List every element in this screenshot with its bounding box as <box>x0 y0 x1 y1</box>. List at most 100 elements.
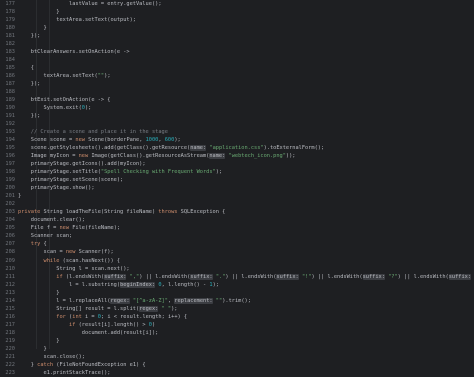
line-text: for (int i = 0; i < result.length; i++) … <box>56 313 188 320</box>
code-line[interactable]: 188 <box>0 88 474 96</box>
line-text: } <box>18 193 22 200</box>
line-number: 215 <box>5 305 15 312</box>
line-number: 200 <box>5 185 15 192</box>
code-line[interactable]: 212 l = l.substring(beginIndex: 0, l.len… <box>0 281 474 289</box>
code-line[interactable]: 209 while (scan.hasNext()) { <box>0 257 474 265</box>
line-number: 202 <box>5 201 15 208</box>
line-text: textArea.setText(output); <box>18 17 136 24</box>
line-number: 198 <box>5 169 15 176</box>
code-line[interactable]: 208 scan = new Scanner(f); <box>0 248 474 256</box>
code-line[interactable]: 218 document.add(result[i]); <box>0 329 474 337</box>
line-text: }); <box>18 33 41 40</box>
code-line[interactable]: 180 } <box>0 24 474 32</box>
code-line[interactable]: 215 String[] result = l.split(regex: " "… <box>0 305 474 313</box>
line-text: System.exit(0); <box>18 105 92 112</box>
line-number: 183 <box>5 49 15 56</box>
line-number: 201 <box>5 193 15 200</box>
line-text: private String loadTheFile(String fileNa… <box>18 209 226 216</box>
line-text: lastValue = entry.getValue(); <box>18 1 162 7</box>
code-line[interactable]: 221 scan.close(); <box>0 353 474 361</box>
code-line[interactable]: 199 primaryStage.setScene(scene); <box>0 176 474 184</box>
line-number: 188 <box>5 89 15 96</box>
line-number: 177 <box>5 1 15 7</box>
line-number: 204 <box>5 217 15 224</box>
code-line[interactable]: 195 scene.getStylesheets().add(getClass(… <box>0 144 474 152</box>
line-number: 192 <box>5 121 15 128</box>
line-text: scan = new Scanner(f); <box>18 249 114 256</box>
code-line[interactable]: 216 for (int i = 0; i < result.length; i… <box>0 313 474 321</box>
code-line[interactable]: 200 primaryStage.show(); <box>0 184 474 192</box>
code-line[interactable]: 185 { <box>0 64 474 72</box>
line-text: primaryStage.setTitle("Spell Checking wi… <box>18 169 223 176</box>
line-number: 203 <box>5 209 15 216</box>
line-number: 181 <box>5 33 15 40</box>
line-text: } <box>18 337 60 344</box>
code-line[interactable]: 190 System.exit(0); <box>0 104 474 112</box>
code-line[interactable]: 178 } <box>0 8 474 16</box>
line-text: } catch (FileNotFoundException e1) { <box>18 361 146 368</box>
line-number: 196 <box>5 153 15 160</box>
code-line[interactable]: 179 textArea.setText(output); <box>0 16 474 24</box>
code-line[interactable]: 177 lastValue = entry.getValue(); <box>0 0 474 8</box>
line-number: 210 <box>5 265 15 272</box>
line-number: 197 <box>5 161 15 168</box>
code-line[interactable]: 189 btExit.setOnAction(e -> { <box>0 96 474 104</box>
line-text: e1.printStackTrace(); <box>18 369 111 376</box>
line-number: 219 <box>5 337 15 344</box>
line-number: 214 <box>5 297 15 304</box>
code-line[interactable]: 182 <box>0 40 474 48</box>
line-number: 209 <box>5 257 15 264</box>
line-text: File f = new File(fileName); <box>18 225 121 232</box>
code-line[interactable]: 191 }); <box>0 112 474 120</box>
code-line[interactable]: 194 Scene scene = new Scene(borderPane, … <box>0 136 474 144</box>
code-line[interactable]: 210 String l = scan.next(); <box>0 265 474 273</box>
line-number: 178 <box>5 9 15 16</box>
code-line[interactable]: 213 } <box>0 289 474 297</box>
code-line[interactable]: 181 }); <box>0 32 474 40</box>
line-text: btClearAnswers.setOnAction(e -> <box>18 49 130 56</box>
line-number: 180 <box>5 25 15 32</box>
line-number: 195 <box>5 145 15 152</box>
code-line[interactable]: 222 } catch (FileNotFoundException e1) { <box>0 361 474 369</box>
code-line[interactable]: 219 } <box>0 337 474 345</box>
line-number: 179 <box>5 17 15 24</box>
code-line[interactable]: 211 if (l.endsWith(suffix: ",") || l.end… <box>0 273 474 281</box>
line-text: primaryStage.getIcons().add(myIcon); <box>18 161 146 168</box>
line-text: }); <box>18 113 41 120</box>
code-line[interactable]: 214 l = l.replaceAll(regex: "[^a-zA-Z]",… <box>0 297 474 305</box>
line-text: primaryStage.show(); <box>18 185 95 192</box>
line-text: String[] result = l.split(regex: " "); <box>18 305 178 312</box>
code-line[interactable]: 205 File f = new File(fileName); <box>0 224 474 232</box>
code-line[interactable]: 183 btClearAnswers.setOnAction(e -> <box>0 48 474 56</box>
code-line[interactable]: 201} <box>0 192 474 200</box>
code-line[interactable]: 197 primaryStage.getIcons().add(myIcon); <box>0 160 474 168</box>
line-text: primaryStage.setScene(scene); <box>18 177 124 184</box>
code-line[interactable]: 184 <box>0 56 474 64</box>
line-text: textArea.setText(""); <box>18 73 111 80</box>
line-number: 199 <box>5 177 15 184</box>
code-line[interactable]: 207 try { <box>0 240 474 248</box>
line-number: 205 <box>5 225 15 232</box>
code-line[interactable]: 223 e1.printStackTrace(); <box>0 369 474 377</box>
code-editor[interactable]: 177 lastValue = entry.getValue(); 178 } 17… <box>0 0 474 376</box>
line-text: l = l.replaceAll(regex: "[^a-zA-Z]", rep… <box>18 297 251 304</box>
code-line[interactable]: 187 }); <box>0 80 474 88</box>
code-area[interactable]: 177 lastValue = entry.getValue(); 178 } 17… <box>0 0 474 377</box>
line-number: 187 <box>5 81 15 88</box>
line-number: 211 <box>5 273 15 280</box>
code-line[interactable]: 196 Image myIcon = new Image(getClass().… <box>0 152 474 160</box>
line-number: 193 <box>5 129 15 136</box>
line-text: if (l.endsWith(suffix: ",") || l.endsWit… <box>56 273 472 280</box>
code-line[interactable]: 186 textArea.setText(""); <box>0 72 474 80</box>
code-line[interactable]: 198 primaryStage.setTitle("Spell Checkin… <box>0 168 474 176</box>
code-line[interactable]: 192 <box>0 120 474 128</box>
code-line[interactable]: 193 // Create a scene and place it in th… <box>0 128 474 136</box>
code-line[interactable]: 204 document.clear(); <box>0 216 474 224</box>
line-number: 185 <box>5 65 15 72</box>
line-text: scan.close(); <box>18 353 85 360</box>
code-line[interactable]: 203 private String loadTheFile(String fil… <box>0 208 474 216</box>
line-text: String l = scan.next(); <box>18 265 130 272</box>
code-line[interactable]: 217 if (result[i].length() > 0) <box>0 321 474 329</box>
code-line[interactable]: 202 <box>0 200 474 208</box>
code-line[interactable]: 206 Scanner scan; <box>0 232 474 240</box>
